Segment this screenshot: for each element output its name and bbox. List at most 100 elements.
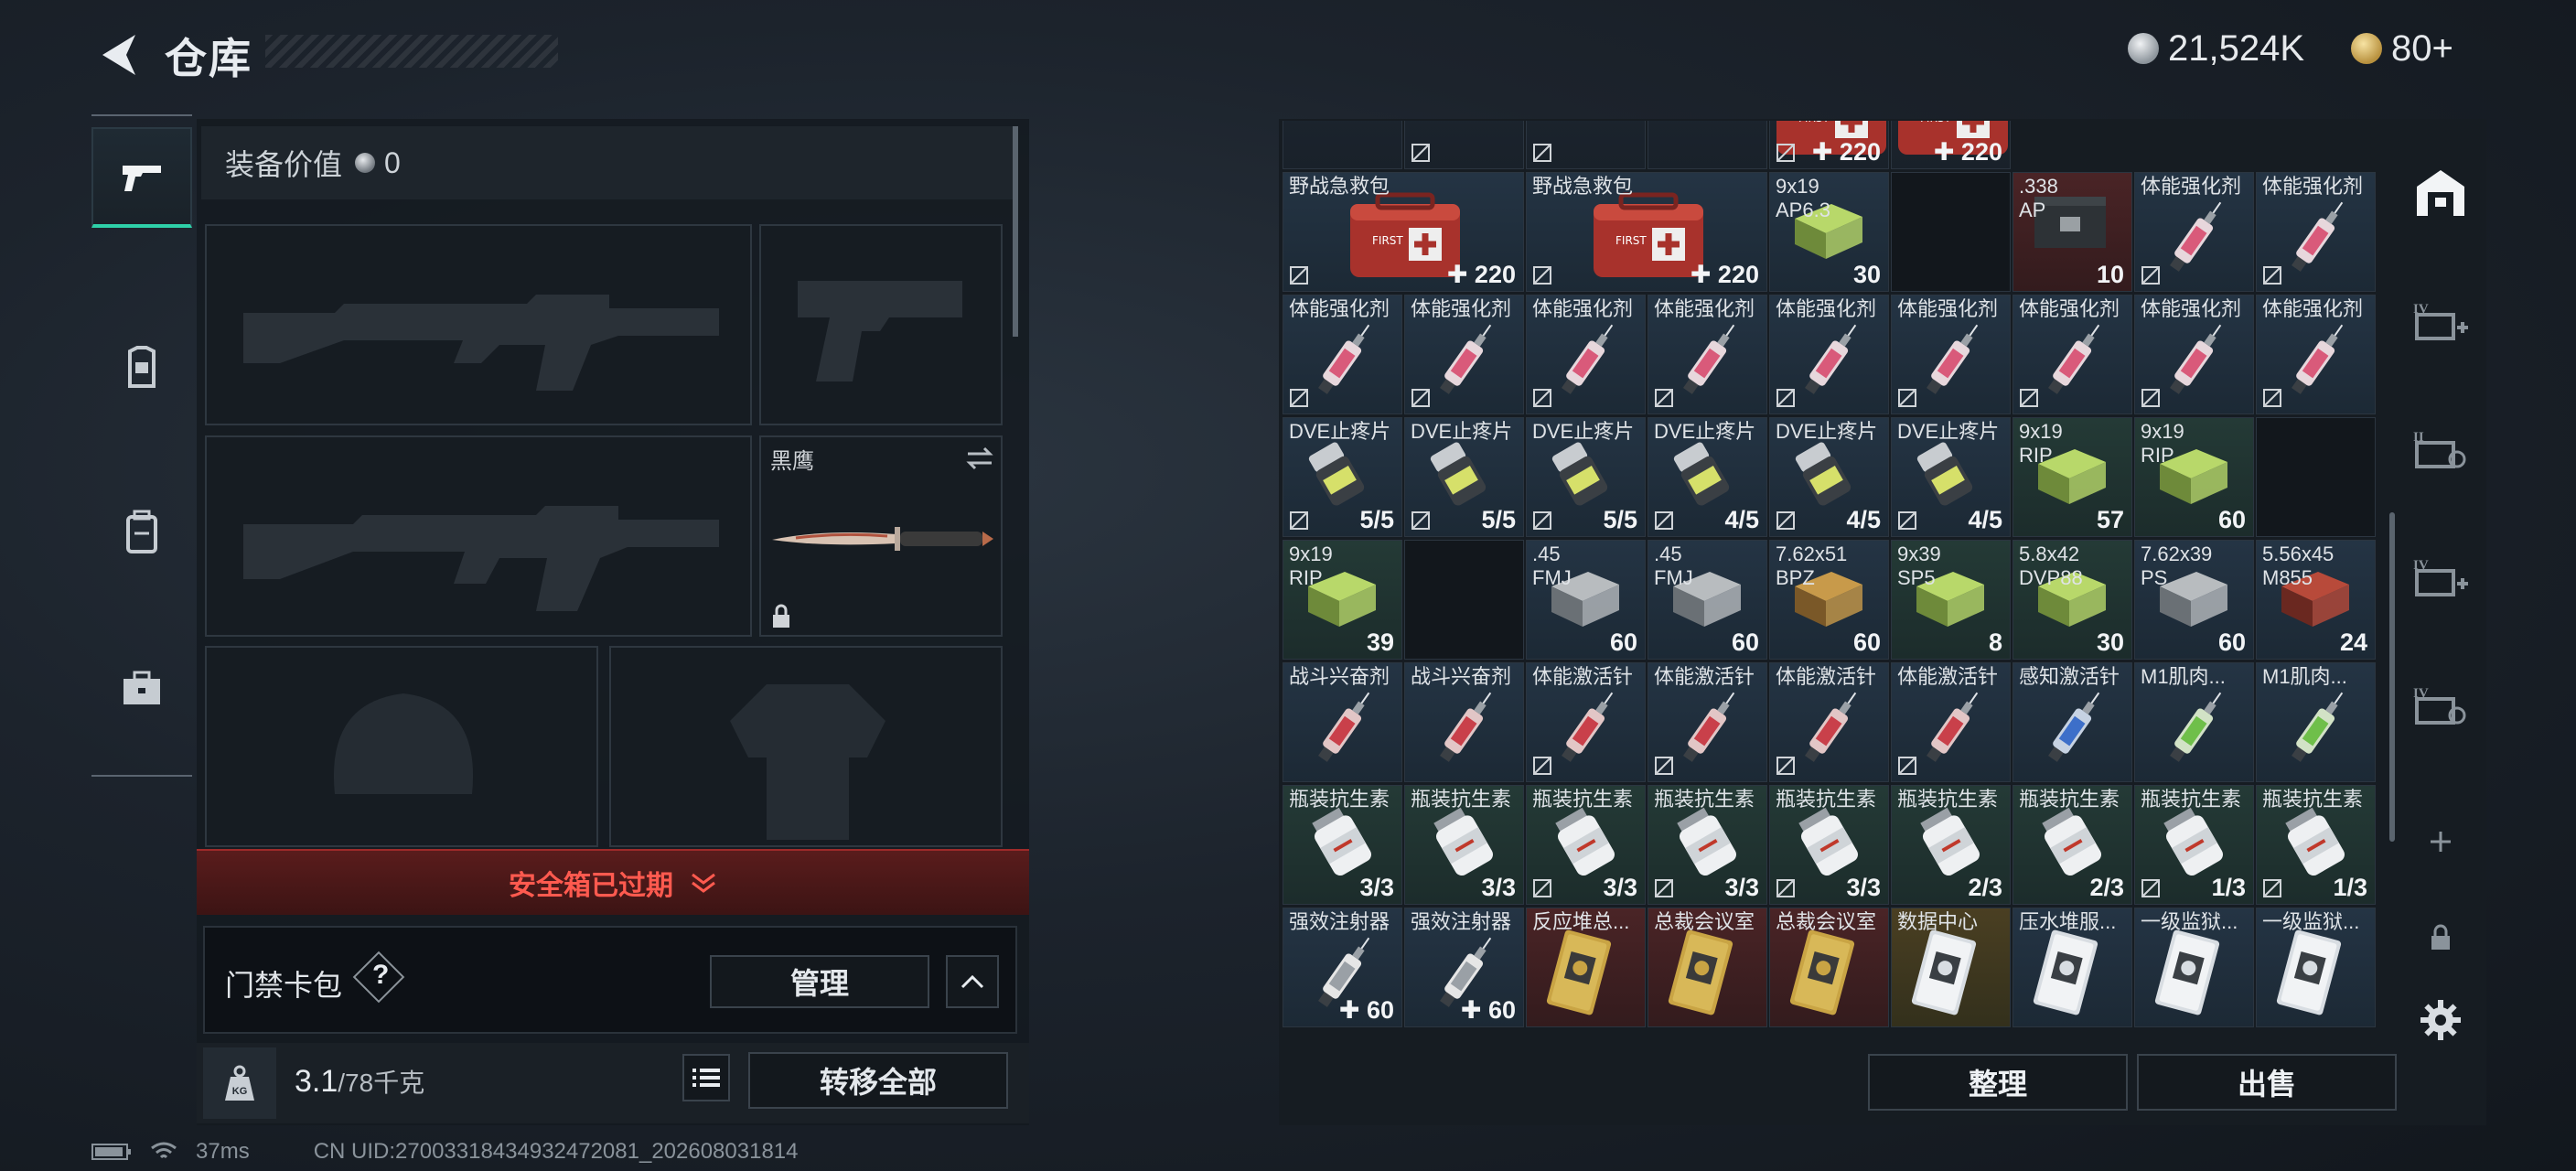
collapse-button[interactable] bbox=[946, 955, 999, 1008]
inventory-item[interactable]: 体能强化剂 bbox=[2134, 295, 2254, 414]
inventory-slot[interactable] bbox=[1283, 121, 1402, 169]
inventory-item[interactable]: 瓶装抗生素 1/3 bbox=[2134, 785, 2254, 905]
sort-button[interactable]: 整理 bbox=[1868, 1054, 2128, 1111]
inventory-item[interactable]: 瓶装抗生素 3/3 bbox=[1404, 785, 1524, 905]
gold-currency[interactable]: 80+ bbox=[2351, 26, 2453, 71]
inventory-item[interactable]: 强效注射器 ✚ 60 bbox=[1283, 908, 1402, 1027]
inventory-item[interactable]: 瓶装抗生素 2/3 bbox=[2012, 785, 2132, 905]
inventory-item[interactable]: DVE止疼片 5/5 bbox=[1526, 417, 1646, 537]
inventory-item[interactable]: 一级监狱... bbox=[2256, 908, 2376, 1027]
manage-button[interactable]: 管理 bbox=[710, 955, 929, 1008]
equipment-scrollbar[interactable] bbox=[1013, 126, 1018, 337]
inventory-item[interactable]: 体能强化剂 bbox=[1648, 295, 1767, 414]
inventory-item[interactable]: 瓶装抗生素 3/3 bbox=[1648, 785, 1767, 905]
inventory-item[interactable]: 体能激活针 bbox=[1769, 662, 1889, 782]
inventory-slot[interactable] bbox=[1404, 540, 1524, 660]
inventory-item[interactable]: 瓶装抗生素 3/3 bbox=[1283, 785, 1402, 905]
storage-scrollbar[interactable] bbox=[2389, 512, 2395, 842]
inventory-item[interactable]: 体能强化剂 bbox=[2256, 295, 2376, 414]
sell-button[interactable]: 出售 bbox=[2137, 1054, 2397, 1111]
inventory-item[interactable]: DVE止疼片 5/5 bbox=[1283, 417, 1402, 537]
tab-armor[interactable] bbox=[91, 317, 192, 418]
inventory-slot[interactable]: FIRST ✚ 220 bbox=[1769, 121, 1889, 169]
inventory-item[interactable]: 7.62x51 BPZ 60 bbox=[1769, 540, 1889, 660]
pistol-slot[interactable] bbox=[759, 224, 1003, 425]
secondary-weapon-slot[interactable] bbox=[205, 435, 752, 637]
inventory-item[interactable]: FIRST 野战急救包 ✚ 220 bbox=[1283, 172, 1524, 292]
inventory-item[interactable]: 9x39 SP5 8 bbox=[1891, 540, 2011, 660]
safe-box-warning[interactable]: 安全箱已过期 bbox=[197, 849, 1029, 915]
melee-slot[interactable]: 黑鹰 bbox=[759, 435, 1003, 637]
inventory-item[interactable]: 体能强化剂 bbox=[1769, 295, 1889, 414]
inventory-item[interactable]: 瓶装抗生素 1/3 bbox=[2256, 785, 2376, 905]
inventory-item[interactable]: 数据中心 bbox=[1891, 908, 2011, 1027]
inventory-item[interactable]: FIRST 野战急救包 ✚ 220 bbox=[1526, 172, 1767, 292]
inventory-item[interactable]: 反应堆总... bbox=[1526, 908, 1646, 1027]
swap-icon[interactable] bbox=[964, 446, 995, 470]
inventory-item[interactable]: 瓶装抗生素 3/3 bbox=[1526, 785, 1646, 905]
inventory-item[interactable]: M1肌肉... bbox=[2256, 662, 2376, 782]
inventory-item[interactable]: 5.56x45 M855 24 bbox=[2256, 540, 2376, 660]
expand-storage-ii-button[interactable]: II bbox=[2404, 412, 2477, 485]
inventory-item[interactable]: 体能强化剂 bbox=[1891, 295, 2011, 414]
transfer-all-button[interactable]: 转移全部 bbox=[748, 1052, 1008, 1109]
inventory-slot[interactable] bbox=[1891, 172, 2011, 292]
inventory-item[interactable]: 9x19 RIP 39 bbox=[1283, 540, 1402, 660]
inventory-item[interactable]: 压水堆服... bbox=[2012, 908, 2132, 1027]
add-storage-button[interactable] bbox=[2404, 805, 2477, 878]
inventory-item[interactable]: 体能强化剂 bbox=[2012, 295, 2132, 414]
expand-storage-iv-button-2[interactable]: IV bbox=[2404, 540, 2477, 613]
expand-storage-iv-button-3[interactable]: IV bbox=[2404, 668, 2477, 741]
inventory-item[interactable]: 瓶装抗生素 2/3 bbox=[1891, 785, 2011, 905]
inventory-item[interactable]: .45 FMJ 60 bbox=[1648, 540, 1767, 660]
inventory-item[interactable]: 体能强化剂 bbox=[1526, 295, 1646, 414]
inventory-slot[interactable]: FIRST ✚ 220 bbox=[1891, 121, 2011, 169]
inventory-item[interactable]: 战斗兴奋剂 bbox=[1283, 662, 1402, 782]
inventory-slot[interactable] bbox=[2256, 417, 2376, 537]
inventory-item[interactable]: 一级监狱... bbox=[2134, 908, 2254, 1027]
inventory-item[interactable]: .338 AP 10 bbox=[2012, 172, 2132, 292]
settings-button[interactable] bbox=[2404, 983, 2477, 1057]
inventory-item[interactable]: 体能强化剂 bbox=[1404, 295, 1524, 414]
tab-weapons[interactable] bbox=[91, 127, 192, 228]
inventory-item[interactable]: 体能强化剂 bbox=[2256, 172, 2376, 292]
tab-backpack[interactable] bbox=[91, 482, 192, 583]
inventory-slot[interactable] bbox=[1648, 121, 1767, 169]
inventory-item[interactable]: 体能激活针 bbox=[1526, 662, 1646, 782]
inventory-item[interactable]: 瓶装抗生素 3/3 bbox=[1769, 785, 1889, 905]
inventory-item[interactable]: .45 FMJ 60 bbox=[1526, 540, 1646, 660]
inventory-item[interactable]: 总裁会议室 bbox=[1648, 908, 1767, 1027]
inventory-item[interactable]: 强效注射器 ✚ 60 bbox=[1404, 908, 1524, 1027]
inventory-slot[interactable] bbox=[1404, 121, 1524, 169]
list-view-button[interactable] bbox=[682, 1054, 730, 1101]
double-chevron-down-icon bbox=[692, 873, 715, 893]
inventory-item[interactable]: DVE止疼片 5/5 bbox=[1404, 417, 1524, 537]
inventory-item[interactable]: 9x19 RIP 60 bbox=[2134, 417, 2254, 537]
inventory-item[interactable]: 9x19 RIP 57 bbox=[2012, 417, 2132, 537]
inventory-item[interactable]: 体能激活针 bbox=[1648, 662, 1767, 782]
inventory-item[interactable]: 5.8x42 DVP88 30 bbox=[2012, 540, 2132, 660]
inventory-item[interactable]: 7.62x39 PS 60 bbox=[2134, 540, 2254, 660]
warehouse-tab[interactable] bbox=[2404, 156, 2477, 229]
syringe-green-icon bbox=[2151, 682, 2242, 778]
tab-tools[interactable] bbox=[91, 638, 192, 738]
inventory-item[interactable]: 9x19 AP6.3 30 bbox=[1769, 172, 1889, 292]
expand-storage-iv-button[interactable]: IV bbox=[2404, 284, 2477, 357]
inventory-item[interactable]: 体能强化剂 bbox=[2134, 172, 2254, 292]
card-white-icon bbox=[2272, 927, 2345, 1023]
back-arrow-icon[interactable] bbox=[91, 27, 146, 82]
armor-slot[interactable] bbox=[609, 646, 1003, 847]
inventory-item[interactable]: DVE止疼片 4/5 bbox=[1648, 417, 1767, 537]
inventory-item[interactable]: DVE止疼片 4/5 bbox=[1891, 417, 2011, 537]
helmet-slot[interactable] bbox=[205, 646, 598, 847]
inventory-item[interactable]: DVE止疼片 4/5 bbox=[1769, 417, 1889, 537]
inventory-item[interactable]: 体能强化剂 bbox=[1283, 295, 1402, 414]
inventory-item[interactable]: M1肌肉... bbox=[2134, 662, 2254, 782]
lock-storage-button[interactable] bbox=[2404, 901, 2477, 974]
inventory-slot[interactable] bbox=[1526, 121, 1646, 169]
primary-weapon-slot[interactable] bbox=[205, 224, 752, 425]
inventory-item[interactable]: 体能激活针 bbox=[1891, 662, 2011, 782]
inventory-item[interactable]: 战斗兴奋剂 bbox=[1404, 662, 1524, 782]
inventory-item[interactable]: 感知激活针 bbox=[2012, 662, 2132, 782]
inventory-item[interactable]: 总裁会议室 bbox=[1769, 908, 1889, 1027]
